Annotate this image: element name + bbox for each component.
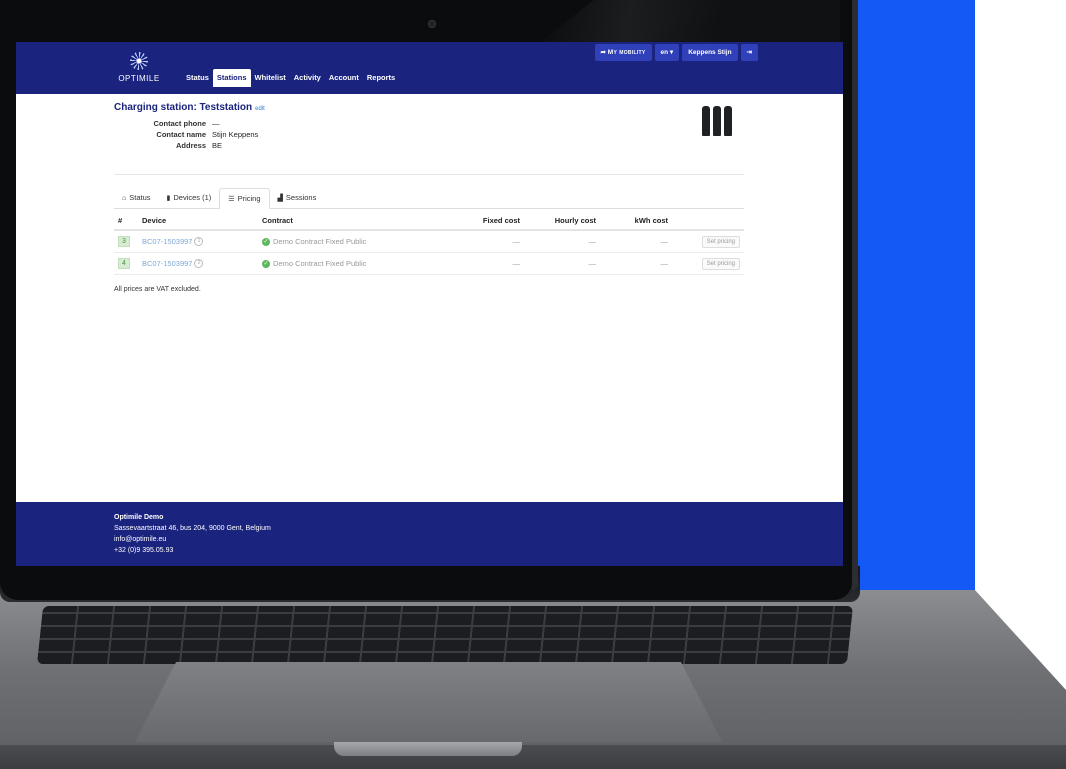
optimile-logo-icon: [130, 52, 148, 70]
home-icon: ⌂: [122, 195, 127, 202]
station-title: Charging station: Teststation: [114, 102, 253, 113]
pricing-table: # Device Contract Fixed cost Hourly cost…: [114, 212, 744, 275]
kwh-cost-value: —: [660, 237, 669, 246]
optimile-logo[interactable]: OPTIMILE: [114, 52, 164, 88]
set-pricing-button[interactable]: Set pricing: [701, 235, 740, 248]
chart-icon: ▟: [277, 195, 283, 202]
my-mobility-button[interactable]: ➦ My mobility: [594, 44, 652, 61]
vat-note: All prices are VAT excluded.: [114, 286, 201, 293]
contact-phone-value: —: [212, 119, 220, 128]
language-dropdown[interactable]: en ▾: [654, 44, 680, 61]
logout-icon: ⇥: [746, 49, 752, 56]
my-mobility-label: My mobility: [607, 49, 646, 56]
tab-pricing[interactable]: ☰ Pricing: [219, 188, 270, 209]
check-circle-icon: ✓: [262, 238, 270, 246]
user-menu[interactable]: Keppens Stijn: [682, 44, 738, 61]
tab-status-label: Status: [129, 193, 151, 202]
station-header: Charging station: Teststation edit Contac…: [114, 102, 292, 150]
station-info: Contact phone — Contact name Stijn Keppe…: [114, 119, 292, 150]
logo-text: OPTIMILE: [118, 74, 160, 83]
tab-devices-label: Devices (1): [173, 193, 212, 202]
nav-tab-status[interactable]: Status: [182, 69, 213, 87]
contact-name-label: Contact name: [156, 130, 206, 139]
nav-tab-stations[interactable]: Stations: [212, 69, 251, 87]
header-device: Device: [142, 216, 167, 225]
tab-status[interactable]: ⌂ Status: [114, 188, 159, 208]
laptop-front-edge: [0, 745, 1066, 769]
table-header: # Device Contract Fixed cost Hourly cost…: [114, 212, 744, 231]
laptop-trackpad: [135, 662, 722, 742]
footer: Optimile Demo Sassevaartstraat 46, bus 2…: [16, 502, 843, 566]
header-fixed-cost: Fixed cost: [482, 216, 520, 225]
user-name: Keppens Stijn: [688, 49, 732, 56]
header-kwh-cost: kWh cost: [634, 216, 668, 225]
nav-tab-whitelist[interactable]: Whitelist: [251, 69, 290, 87]
check-circle-icon: ✓: [262, 260, 270, 268]
page-title: Charging station: Teststation edit: [114, 102, 292, 113]
footer-phone: +32 (0)9 395.05.93: [114, 547, 174, 554]
contract-name: Demo Contract Fixed Public: [273, 236, 367, 246]
table-row: 3 BC07-1503997 1 ✓ Demo Contract Fixed Pub…: [114, 231, 744, 253]
connector-number-icon: 1: [194, 237, 204, 247]
language-label: en: [660, 49, 669, 56]
main-nav-tabs: Status Stations Whitelist Activity Accou…: [182, 69, 399, 87]
device-link[interactable]: BC07-1503997: [142, 259, 192, 268]
table-row: 4 BC07-1503997 2 ✓ Demo Contract Fixed Pub…: [114, 253, 744, 275]
edit-link[interactable]: edit: [255, 106, 265, 112]
optimile-app: OPTIMILE Status Stations Whitelist Activ…: [16, 42, 843, 566]
nav-tab-activity[interactable]: Activity: [290, 69, 325, 87]
bezel-glare: [540, 0, 840, 42]
logout-button[interactable]: ⇥: [740, 44, 758, 61]
top-navigation: OPTIMILE Status Stations Whitelist Activ…: [16, 42, 843, 94]
tab-sessions-label: Sessions: [285, 193, 317, 202]
contract-name: Demo Contract Fixed Public: [273, 258, 367, 268]
device-link[interactable]: BC07-1503997: [142, 237, 192, 246]
tab-sessions[interactable]: ▟ Sessions: [270, 188, 325, 208]
set-pricing-button[interactable]: Set pricing: [701, 257, 740, 270]
address-value: BE: [212, 141, 223, 150]
header-number: #: [118, 216, 123, 225]
tab-pricing-label: Pricing: [237, 194, 261, 203]
footer-email[interactable]: info@optimile.eu: [114, 534, 271, 545]
header-hourly-cost: Hourly cost: [554, 216, 596, 225]
device-icon: ▮: [166, 195, 171, 202]
footer-contact: Optimile Demo Sassevaartstraat 46, bus 2…: [114, 512, 271, 556]
caret-down-icon: ▾: [668, 49, 674, 56]
contact-phone-label: Contact phone: [153, 119, 207, 128]
laptop-keyboard: [36, 606, 854, 664]
hourly-cost-value: —: [588, 259, 597, 268]
nav-tab-reports[interactable]: Reports: [363, 69, 399, 87]
camera-icon: [428, 20, 436, 28]
contact-name-value: Stijn Keppens: [212, 130, 259, 139]
footer-company: Optimile Demo: [114, 514, 164, 521]
share-arrow-icon: ➦: [600, 49, 608, 56]
connector-number-icon: 2: [194, 259, 204, 269]
laptop-screen: OPTIMILE Status Stations Whitelist Activ…: [16, 42, 843, 566]
tab-devices[interactable]: ▮ Devices (1): [159, 188, 220, 208]
hourly-cost-value: —: [588, 237, 597, 246]
laptop-lid: OPTIMILE Status Stations Whitelist Activ…: [0, 0, 852, 600]
address-label: Address: [175, 141, 206, 150]
kwh-cost-value: —: [660, 259, 669, 268]
row-number-badge: 3: [118, 236, 130, 247]
divider: [114, 174, 744, 175]
list-icon: ☰: [228, 196, 235, 203]
row-number-badge: 4: [118, 258, 130, 269]
top-right-controls: ➦ My mobility en ▾ Keppens Stijn ⇥: [594, 44, 758, 61]
fixed-cost-value: —: [512, 237, 521, 246]
laptop-notch: [334, 742, 522, 756]
nav-tab-account[interactable]: Account: [325, 69, 363, 87]
header-contract: Contract: [262, 216, 293, 225]
station-tabs: ⌂ Status ▮ Devices (1) ☰ Pricing ▟ Sessions: [114, 188, 744, 209]
footer-address: Sassevaartstraat 46, bus 204, 9000 Gent,…: [114, 525, 271, 532]
charging-station-icon: [702, 106, 732, 136]
laptop-lid-rim: [852, 0, 858, 590]
fixed-cost-value: —: [512, 259, 521, 268]
